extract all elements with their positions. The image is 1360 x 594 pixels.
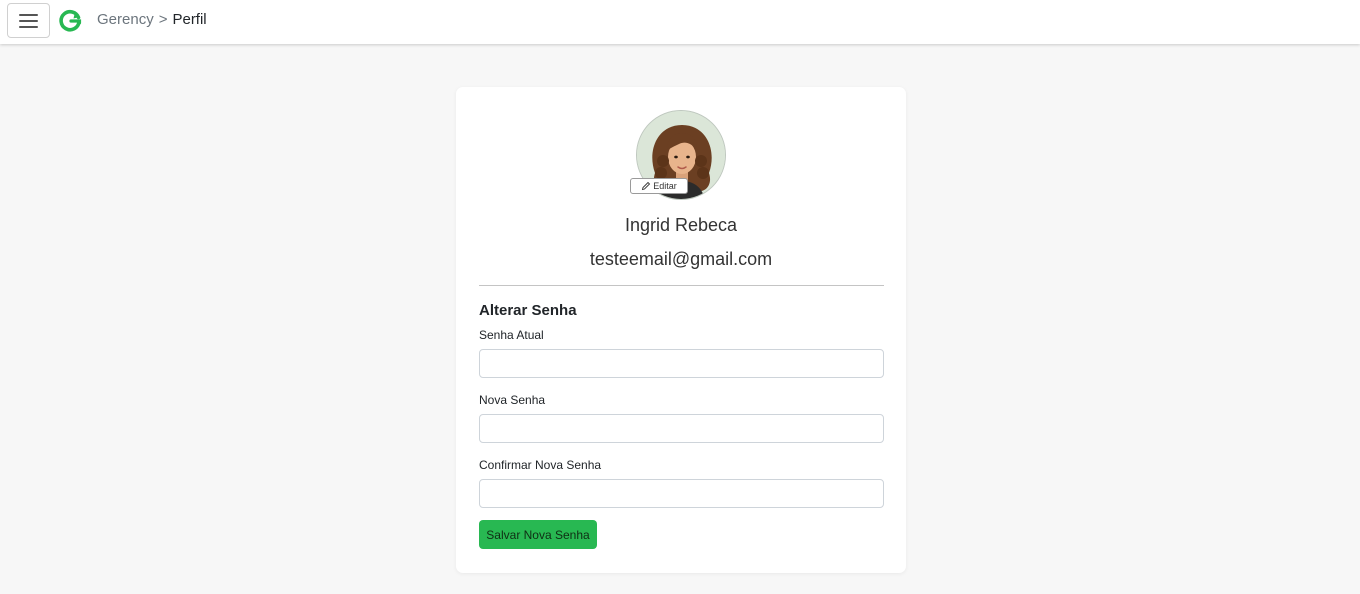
edit-avatar-button[interactable]: Editar — [630, 178, 688, 194]
current-password-label: Senha Atual — [479, 328, 544, 342]
menu-toggle-button[interactable] — [7, 3, 50, 38]
top-navbar: Gerency > Perfil — [0, 0, 1360, 44]
current-password-input[interactable] — [479, 349, 884, 378]
breadcrumb-separator: > — [158, 11, 168, 28]
confirm-password-input[interactable] — [479, 479, 884, 508]
profile-card: Editar Ingrid Rebeca testeemail@gmail.co… — [456, 87, 906, 573]
confirm-password-label: Confirmar Nova Senha — [479, 458, 602, 472]
user-email: testeemail@gmail.com — [589, 249, 773, 269]
edit-avatar-label: Editar — [653, 181, 677, 191]
breadcrumb: Gerency > Perfil — [97, 11, 207, 29]
pencil-icon — [642, 181, 651, 191]
divider — [479, 285, 884, 286]
change-password-title: Alterar Senha — [479, 302, 577, 319]
save-password-button[interactable]: Salvar Nova Senha — [479, 520, 597, 549]
breadcrumb-current: Perfil — [172, 11, 207, 28]
new-password-input[interactable] — [479, 414, 884, 443]
avatar-container: Editar — [630, 110, 726, 200]
new-password-label: Nova Senha — [479, 393, 546, 407]
user-name: Ingrid Rebeca — [624, 215, 738, 235]
refresh-logo-icon[interactable] — [58, 9, 82, 33]
hamburger-menu-icon — [19, 13, 38, 16]
breadcrumb-root-link[interactable]: Gerency — [97, 11, 154, 29]
